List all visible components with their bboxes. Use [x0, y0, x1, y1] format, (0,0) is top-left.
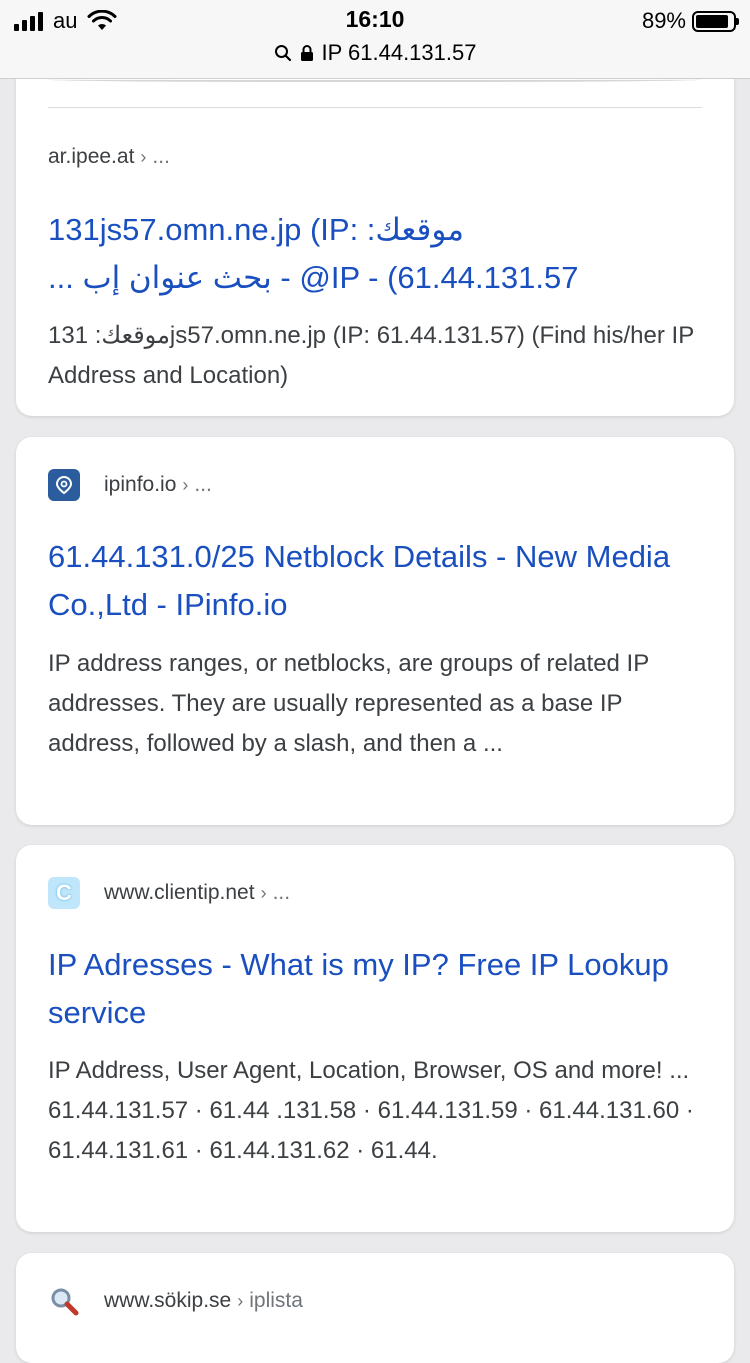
search-result-card: www.sökip.se › iplista [16, 1253, 734, 1363]
search-result-card: ipinfo.io › ... 61.44.131.0/25 Netblock … [16, 437, 734, 825]
site-breadcrumb: ... [152, 145, 170, 168]
browser-top-bar: au 16:10 89% IP 61.44.131.57 [0, 0, 750, 79]
result-title-line-1: 131js57.omn.ne.jp (IP: :موقعك [48, 212, 464, 247]
address-text: IP 61.44.131.57 [321, 40, 477, 65]
battery-percent: 89% [641, 8, 686, 33]
battery-icon [692, 10, 739, 32]
lock-icon [300, 45, 313, 61]
breadcrumb-separator: › [140, 146, 147, 167]
result-site[interactable]: www.sökip.se › iplista [48, 1281, 303, 1321]
site-breadcrumb: ... [194, 473, 212, 496]
breadcrumb-separator: › [237, 1290, 244, 1311]
favicon-letter: C [56, 880, 72, 905]
pin-icon [55, 475, 73, 495]
result-site[interactable]: ipinfo.io › ... [48, 465, 212, 505]
status-right: 89% [641, 8, 739, 34]
ipinfo-pin-icon [48, 469, 80, 501]
site-domain: ar.ipee.at [48, 145, 135, 168]
result-title-link[interactable]: 61.44.131.0/25 Netblock Details - New Me… [48, 533, 702, 629]
search-result-card: ar.ipee.at › ... 131js57.omn.ne.jp (IP: … [16, 40, 734, 416]
result-site[interactable]: C www.clientip.net › ... [48, 873, 290, 913]
result-title-line-2: ... بحث عنوان إب - @IP - (61.44.131.57 [48, 260, 579, 295]
breadcrumb-separator: › [182, 474, 189, 495]
address-bar[interactable]: IP 61.44.131.57 [0, 40, 750, 66]
result-snippet: IP address ranges, or netblocks, are gro… [48, 650, 649, 757]
site-breadcrumb: iplista [249, 1289, 303, 1312]
breadcrumb-separator: › [260, 882, 267, 903]
site-domain: www.clientip.net [104, 881, 255, 904]
search-result-card: C www.clientip.net › ... IP Adresses - W… [16, 845, 734, 1232]
site-domain: ipinfo.io [104, 473, 177, 496]
site-domain: www.sökip.se [104, 1289, 232, 1312]
magnifier-glyph [51, 1288, 79, 1316]
result-title-link[interactable]: 131js57.omn.ne.jp (IP: :موقعك ... بحث عن… [48, 206, 702, 302]
result-site[interactable]: ar.ipee.at › ... [48, 137, 170, 177]
result-divider [48, 107, 702, 108]
site-breadcrumb: ... [272, 881, 291, 904]
result-snippet: IP Address, User Agent, Location, Browse… [48, 1057, 694, 1164]
result-title-link[interactable]: IP Adresses - What is my IP? Free IP Loo… [48, 941, 702, 1037]
magnifier-icon [48, 1285, 80, 1317]
status-time: 16:10 [345, 6, 405, 32]
clientip-c-icon: C [48, 877, 80, 909]
search-icon [274, 45, 291, 62]
result-snippet: 131 :موقعكjs57.omn.ne.jp (IP: 61.44.131.… [48, 322, 694, 389]
